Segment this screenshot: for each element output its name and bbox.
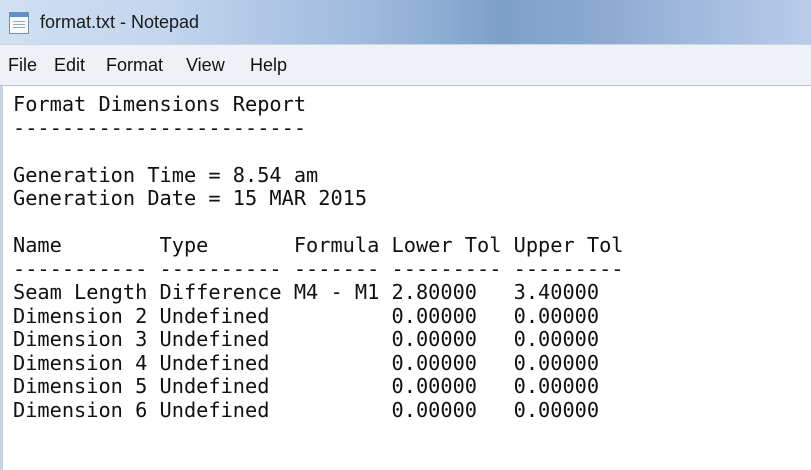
document-line: Generation Time = 8.54 am (13, 162, 319, 187)
document-line: Generation Date = 15 MAR 2015 (13, 186, 368, 210)
document-line: Dimension 2 Undefined 0.00000 0.00000 (13, 303, 600, 328)
document-line: Format Dimensions Report (13, 92, 307, 116)
document-line: Dimension 6 Undefined 0.00000 0.00000 (13, 397, 600, 422)
document-line: ----------- ---------- ------- ---------… (13, 256, 624, 281)
document-line: ------------------------ (13, 115, 307, 140)
document-line: Dimension 4 Undefined 0.00000 0.00000 (13, 350, 600, 375)
menu-bar: File Edit Format View Help (0, 44, 811, 86)
menu-format[interactable]: Format (106, 54, 163, 76)
menu-view[interactable]: View (186, 54, 225, 76)
document-text[interactable]: Format Dimensions Report ---------------… (13, 92, 624, 422)
title-bar[interactable]: format.txt - Notepad (0, 0, 811, 44)
text-editor[interactable]: Format Dimensions Report ---------------… (0, 86, 811, 470)
notepad-window: format.txt - Notepad File Edit Format Vi… (0, 0, 811, 470)
window-title: format.txt - Notepad (40, 12, 200, 32)
document-line: Dimension 5 Undefined 0.00000 0.00000 (13, 374, 600, 398)
notepad-icon[interactable] (9, 12, 29, 34)
document-line: Dimension 3 Undefined 0.00000 0.00000 (13, 327, 600, 351)
menu-file[interactable]: File (8, 54, 37, 76)
menu-edit[interactable]: Edit (54, 54, 85, 76)
document-line: Name Type Formula Lower Tol Upper Tol (13, 233, 624, 257)
document-line: Seam Length Difference M4 - M1 2.80000 3… (13, 280, 600, 304)
menu-help[interactable]: Help (250, 54, 287, 76)
